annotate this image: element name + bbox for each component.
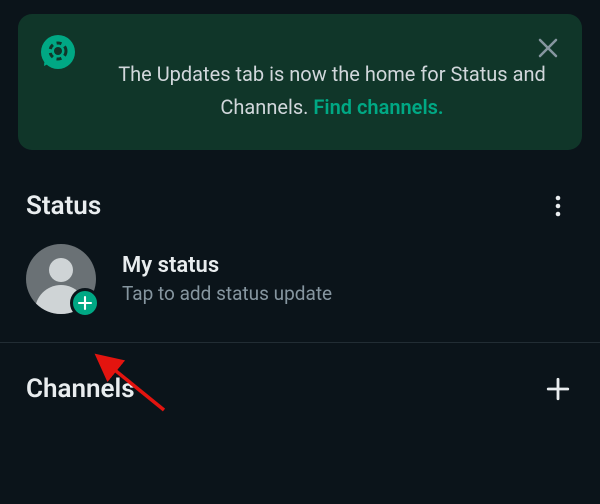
status-text-block: My status Tap to add status update	[122, 253, 332, 305]
channels-section-header: Channels	[0, 373, 600, 405]
avatar-wrapper	[26, 244, 96, 314]
channels-heading: Channels	[26, 374, 135, 404]
my-status-title: My status	[122, 253, 332, 278]
status-section-header: Status	[0, 190, 600, 222]
add-status-badge[interactable]	[70, 288, 100, 318]
status-speech-icon	[40, 34, 76, 70]
my-status-subtitle: Tap to add status update	[122, 282, 332, 305]
plus-icon	[76, 294, 94, 312]
updates-tab-screen: The Updates tab is now the home for Stat…	[0, 0, 600, 504]
close-icon[interactable]	[534, 34, 562, 62]
status-heading: Status	[26, 191, 101, 221]
kebab-icon	[546, 194, 570, 218]
divider	[0, 342, 600, 343]
banner-message: The Updates tab is now the home for Stat…	[104, 36, 560, 124]
my-status-item[interactable]: My status Tap to add status update	[0, 222, 600, 342]
info-banner: The Updates tab is now the home for Stat…	[18, 14, 582, 150]
add-channel-button[interactable]	[542, 373, 574, 405]
more-options-button[interactable]	[542, 190, 574, 222]
plus-icon	[545, 376, 571, 402]
find-channels-link[interactable]: Find channels.	[313, 95, 443, 119]
